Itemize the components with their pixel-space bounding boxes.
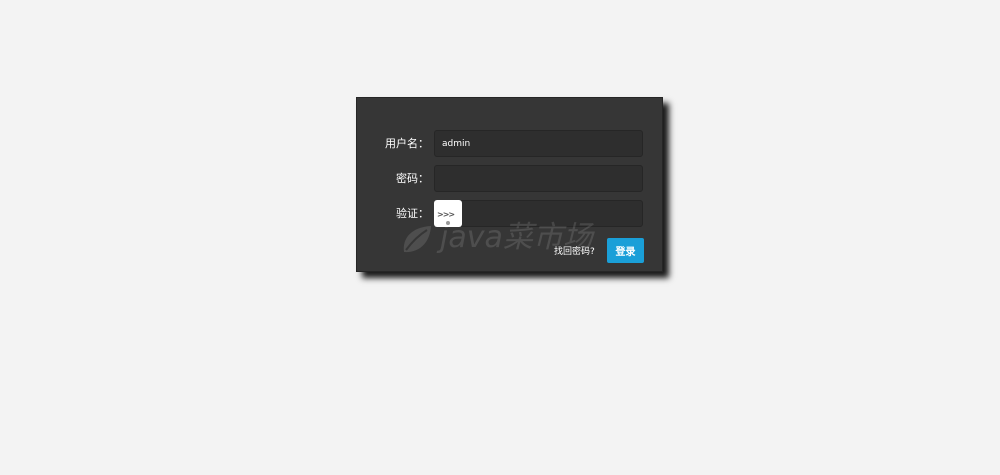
login-panel: 用户名： 密码： 验证： >>> java菜市场 找回密码? 登录: [356, 97, 663, 272]
password-input[interactable]: [434, 165, 643, 192]
forgot-password-link[interactable]: 找回密码?: [554, 244, 595, 257]
username-input[interactable]: [434, 130, 643, 157]
password-label: 密码：: [396, 172, 429, 185]
username-row: 用户名：: [357, 130, 662, 157]
captcha-image-text: >>>: [437, 210, 455, 219]
captcha-row: 验证： >>>: [357, 200, 662, 227]
password-row: 密码：: [357, 165, 662, 192]
captcha-input[interactable]: [434, 200, 643, 227]
leaf-icon: [403, 226, 431, 253]
username-label: 用户名：: [385, 137, 429, 150]
captcha-label: 验证：: [396, 207, 429, 220]
captcha-image[interactable]: >>>: [434, 200, 462, 227]
captcha-dot: [446, 221, 450, 225]
page: 用户名： 密码： 验证： >>> java菜市场 找回密码? 登录: [0, 0, 1000, 475]
login-button[interactable]: 登录: [607, 238, 644, 263]
